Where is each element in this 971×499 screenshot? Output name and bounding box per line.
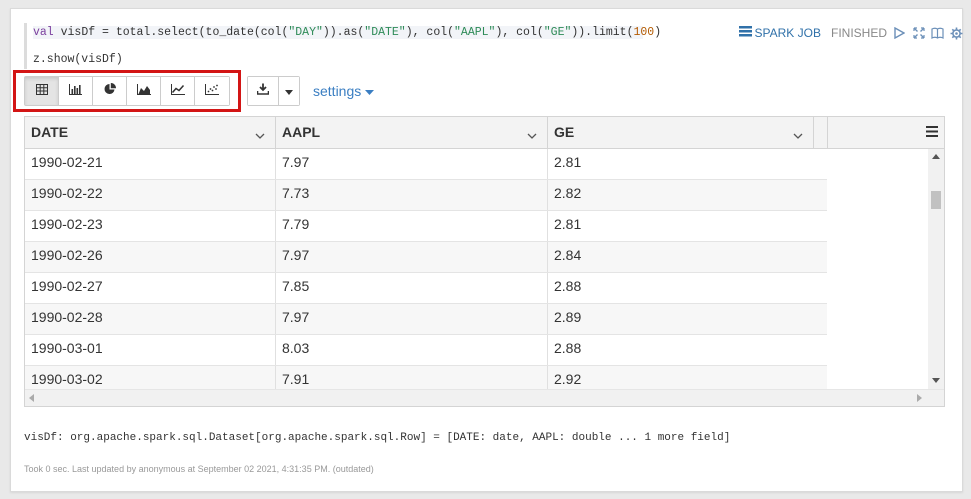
cell-date: 1990-02-22 bbox=[25, 180, 276, 210]
table-body: 1990-02-21 7.97 2.81 1990-02-22 7.73 2.8… bbox=[25, 149, 827, 397]
code-keyword: val bbox=[33, 26, 54, 39]
settings-label: settings bbox=[313, 83, 362, 99]
expand-icon[interactable] bbox=[912, 27, 925, 40]
table-row[interactable]: 1990-02-28 7.97 2.89 bbox=[25, 304, 827, 335]
hamburger-menu-icon bbox=[926, 124, 938, 142]
code-text: ), col( bbox=[405, 26, 455, 39]
scroll-left-arrow-icon[interactable] bbox=[29, 394, 34, 402]
chevron-down-icon[interactable] bbox=[527, 126, 537, 142]
settings-dropdown[interactable]: settings bbox=[313, 83, 375, 99]
chevron-down-icon[interactable] bbox=[793, 126, 803, 142]
column-header-label: GE bbox=[554, 124, 575, 140]
vertical-scrollbar[interactable] bbox=[928, 149, 944, 389]
play-icon[interactable] bbox=[893, 27, 906, 40]
cell-ge: 2.88 bbox=[554, 278, 582, 294]
scroll-down-arrow-icon[interactable] bbox=[932, 378, 940, 383]
cell-date: 1990-03-01 bbox=[25, 335, 276, 365]
highlight-annotation-box bbox=[13, 70, 241, 112]
code-number: 100 bbox=[633, 26, 655, 39]
paragraph-controls: SPARK JOB FINISHED bbox=[738, 26, 963, 40]
cell-date: 1990-02-21 bbox=[25, 149, 276, 179]
result-table: DATE AAPL GE 1990-02-21 7.97 2.81 1990-0… bbox=[24, 116, 945, 407]
code-line-1[interactable]: val visDf = total.select(to_date(col("DA… bbox=[33, 26, 661, 39]
cell-aapl: 7.97 bbox=[276, 242, 548, 272]
result-output-text: visDf: org.apache.spark.sql.Dataset[org.… bbox=[24, 432, 731, 444]
code-text: ), col( bbox=[495, 26, 544, 39]
column-header-spacer bbox=[814, 117, 828, 148]
cell-ge: 2.81 bbox=[554, 216, 582, 232]
paragraph-footer: Took 0 sec. Last updated by anonymous at… bbox=[24, 464, 374, 474]
cell-date: 1990-02-26 bbox=[25, 242, 276, 272]
download-button[interactable] bbox=[248, 77, 279, 105]
table-row[interactable]: 1990-03-01 8.03 2.88 bbox=[25, 335, 827, 366]
code-text: ) bbox=[654, 26, 662, 39]
caret-down-icon bbox=[285, 82, 293, 100]
cell-aapl: 7.97 bbox=[276, 149, 548, 179]
table-row[interactable]: 1990-02-22 7.73 2.82 bbox=[25, 180, 827, 211]
cell-date: 1990-02-23 bbox=[25, 211, 276, 241]
code-text: visDf = total.select(to_date(col( bbox=[53, 26, 289, 39]
table-row[interactable]: 1990-02-23 7.79 2.81 bbox=[25, 211, 827, 242]
gear-icon[interactable] bbox=[950, 27, 963, 40]
column-header-aapl[interactable]: AAPL bbox=[276, 117, 548, 148]
download-icon bbox=[256, 82, 270, 100]
column-header-label: DATE bbox=[31, 124, 69, 140]
table-row[interactable]: 1990-02-27 7.85 2.88 bbox=[25, 273, 827, 304]
spark-job-link[interactable]: SPARK JOB bbox=[738, 26, 821, 40]
cell-aapl: 7.73 bbox=[276, 180, 548, 210]
code-string: "GE" bbox=[543, 26, 572, 39]
cell-ge: 2.88 bbox=[554, 340, 582, 356]
code-string: "AAPL" bbox=[454, 26, 496, 39]
column-header-ge[interactable]: GE bbox=[548, 117, 814, 148]
cell-ge: 2.84 bbox=[554, 247, 582, 263]
grid-menu-button[interactable] bbox=[920, 117, 944, 148]
spark-job-label: SPARK JOB bbox=[754, 26, 821, 40]
download-menu-toggle[interactable] bbox=[279, 77, 299, 105]
paragraph-status: FINISHED bbox=[830, 26, 887, 40]
code-text: )).as( bbox=[322, 26, 365, 39]
column-header-date[interactable]: DATE bbox=[25, 117, 276, 148]
cell-aapl: 8.03 bbox=[276, 335, 548, 365]
cell-date: 1990-02-28 bbox=[25, 304, 276, 334]
code-string: "DAY" bbox=[288, 26, 323, 39]
cell-ge: 2.89 bbox=[554, 309, 582, 325]
scroll-up-arrow-icon[interactable] bbox=[932, 154, 940, 159]
caret-down-icon bbox=[365, 83, 375, 99]
scrollbar-thumb[interactable] bbox=[931, 191, 941, 209]
table-header: DATE AAPL GE bbox=[25, 117, 944, 149]
cell-aapl: 7.85 bbox=[276, 273, 548, 303]
code-string: "DATE" bbox=[364, 26, 406, 39]
spark-job-icon bbox=[738, 26, 752, 40]
code-line-2[interactable]: z.show(visDf) bbox=[33, 53, 123, 66]
code-text: )).limit( bbox=[571, 26, 634, 39]
horizontal-scrollbar[interactable] bbox=[25, 389, 944, 406]
table-row[interactable]: 1990-02-21 7.97 2.81 bbox=[25, 149, 827, 180]
cell-aapl: 7.97 bbox=[276, 304, 548, 334]
chevron-down-icon[interactable] bbox=[255, 126, 265, 142]
cell-aapl: 7.79 bbox=[276, 211, 548, 241]
cell-date: 1990-02-27 bbox=[25, 273, 276, 303]
download-dropdown bbox=[247, 76, 300, 106]
book-icon[interactable] bbox=[931, 27, 944, 40]
table-row[interactable]: 1990-02-26 7.97 2.84 bbox=[25, 242, 827, 273]
cell-ge: 2.82 bbox=[554, 185, 582, 201]
cell-ge: 2.81 bbox=[554, 154, 582, 170]
column-header-label: AAPL bbox=[282, 124, 321, 140]
scroll-right-arrow-icon[interactable] bbox=[917, 394, 922, 402]
